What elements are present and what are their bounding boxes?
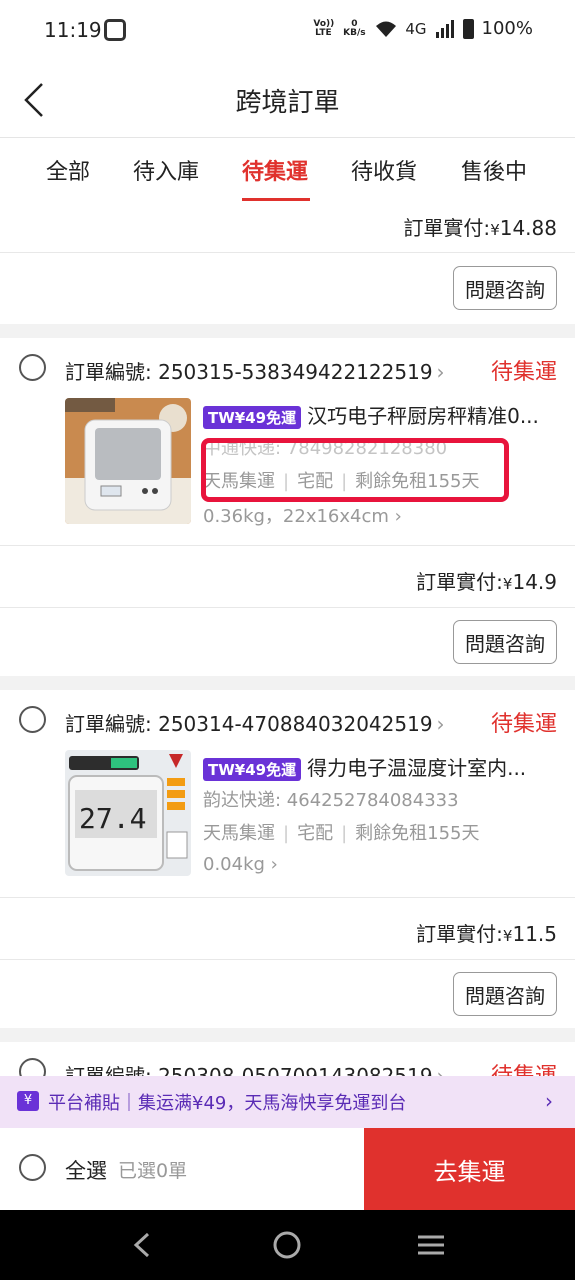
chevron-right-icon: › [388,506,402,527]
order-status: 待集運 [491,1058,557,1076]
active-tab-indicator [242,198,310,201]
product-image[interactable]: 27.4 [65,750,191,876]
status-time: 11:19 [44,18,102,42]
top-app-bar: 跨境訂單 [0,62,575,138]
status-bar: 11:19 Vo)) LTE 0 KB/s 4G 100% [0,0,575,62]
order-number-value: 250315-538349422122519 [158,360,433,384]
order-select-radio[interactable] [19,354,46,381]
divider [0,545,575,546]
nav-back-icon[interactable] [126,1228,160,1262]
free-shipping-badge: TW¥49免運 [203,758,302,781]
free-storage-days: 剩餘免租155天 [355,823,480,844]
question-button[interactable]: 問題咨詢 [453,620,557,664]
select-all-label[interactable]: 全選 [65,1155,107,1185]
order-card: 訂單實付:¥14.88 問題咨詢 [0,202,575,324]
order-number-label: 訂單編號: [65,712,152,736]
system-nav-bar [0,1210,575,1280]
order-paid-total: 訂單實付:¥11.5 [416,918,557,947]
product-title[interactable]: TW¥49免運 得力电子温湿度计室内... [203,752,558,781]
chevron-right-icon: › [436,360,445,384]
signal-icon [435,19,454,38]
tab-all[interactable]: 全部 [46,154,90,186]
battery-level: 100% [481,18,533,39]
order-card: 訂單編號: 250314-470884032042519 › 待集運 27.4 T… [0,690,575,1028]
divider [0,897,575,898]
paid-amount: 14.9 [512,570,557,594]
page-title: 跨境訂單 [235,88,340,118]
selected-count: 已選0單 [118,1160,188,1182]
consolidate-button[interactable]: 去集運 [364,1128,575,1210]
nav-home-icon[interactable] [270,1228,304,1262]
tab-after-sales[interactable]: 售後中 [461,154,527,186]
shipping-info: 天馬集運 | 宅配 | 剩餘免租155天 [203,823,480,844]
order-number-value: 250308-050709143082519 [158,1064,433,1076]
nav-recents-icon[interactable] [414,1228,448,1262]
weight-dimensions[interactable]: 0.04kg › [203,854,278,875]
subsidy-promo-banner[interactable]: ¥ 平台補貼｜集运满¥49，天馬海快享免運到台 › [0,1076,575,1128]
product-name: 得力电子温湿度计室内... [307,756,527,780]
network-speed: 0 KB/s [343,18,366,38]
chevron-right-icon: › [436,712,445,736]
question-button[interactable]: 問題咨詢 [453,972,557,1016]
order-select-radio[interactable] [19,1058,46,1076]
kitchen-scale-image [65,398,191,524]
paid-label: 訂單實付: [416,570,503,594]
order-list[interactable]: 訂單實付:¥14.88 問題咨詢 訂單編號: 250315-5383494221… [0,202,575,1076]
product-image[interactable] [65,398,191,524]
order-tabs: 全部 待入庫 待集運 待收貨 售後中 [0,138,575,202]
divider [0,607,575,608]
order-number[interactable]: 訂單編號: 250308-050709143082519 › [65,1060,445,1076]
order-status: 待集運 [490,712,557,737]
divider [0,959,575,960]
order-paid-total: 訂單實付:¥14.9 [416,566,557,595]
route-name: 天馬集運 [203,823,275,844]
bottom-action-bar: 全選 已選0單 去集運 [0,1128,575,1210]
order-number-value: 250314-470884032042519 [158,712,433,736]
order-status: 待集運 [490,360,557,385]
paid-label: 訂單實付: [403,216,491,240]
tracking-info: 韵达快递: 464252784084333 [203,790,459,811]
coupon-icon: ¥ [17,1091,39,1111]
order-card: 訂單編號: 250308-050709143082519› 待集運 [0,1042,575,1076]
chevron-right-icon: › [545,1089,553,1113]
order-card: 訂單編號: 250315-538349422122519 › 待集運 TW¥49免… [0,338,575,676]
order-number-label: 訂單編號: [65,1064,152,1076]
product-title[interactable]: TW¥49免運 汉巧电子秤厨房秤精准0... [203,400,558,429]
currency-symbol: ¥ [490,221,500,239]
weight-dimensions[interactable]: 0.36kg，22x16x4cm › [203,502,402,528]
paid-amount: 11.5 [512,922,557,946]
status-indicators: Vo)) LTE 0 KB/s 4G 100% [313,18,533,39]
order-number-label: 訂單編號: [65,360,152,384]
delivery-type: 宅配 [297,823,334,844]
paid-amount: 14.88 [499,216,557,240]
thermometer-hygrometer-image: 27.4 [65,750,191,876]
question-button[interactable]: 問題咨詢 [453,266,557,310]
battery-icon [462,18,474,39]
wifi-icon [376,21,397,37]
order-number[interactable]: 訂單編號: 250314-470884032042519 › [65,708,445,737]
order-number[interactable]: 訂單編號: 250315-538349422122519 › [65,356,445,385]
network-type: 4G [405,19,427,38]
tab-pending-receipt[interactable]: 待收貨 [351,154,417,186]
order-select-radio[interactable] [19,706,46,733]
free-shipping-badge: TW¥49免運 [203,406,302,429]
product-name: 汉巧电子秤厨房秤精准0... [307,404,539,428]
tab-pending-consolidation[interactable]: 待集運 [242,154,308,186]
select-all-radio[interactable] [19,1154,46,1181]
volte-icon: Vo)) LTE [313,18,335,38]
order-paid-total: 訂單實付:¥14.88 [403,212,557,241]
divider [0,252,575,253]
app-notification-icon [104,19,126,41]
svg-text:27.4: 27.4 [79,802,146,835]
paid-label: 訂單實付: [416,922,503,946]
chevron-right-icon: › [264,854,278,875]
highlight-annotation [201,438,509,502]
chevron-right-icon: › [436,1064,445,1076]
tab-pending-warehouse[interactable]: 待入庫 [133,154,199,186]
promo-text: 平台補貼｜集运满¥49，天馬海快享免運到台 [48,1093,407,1114]
